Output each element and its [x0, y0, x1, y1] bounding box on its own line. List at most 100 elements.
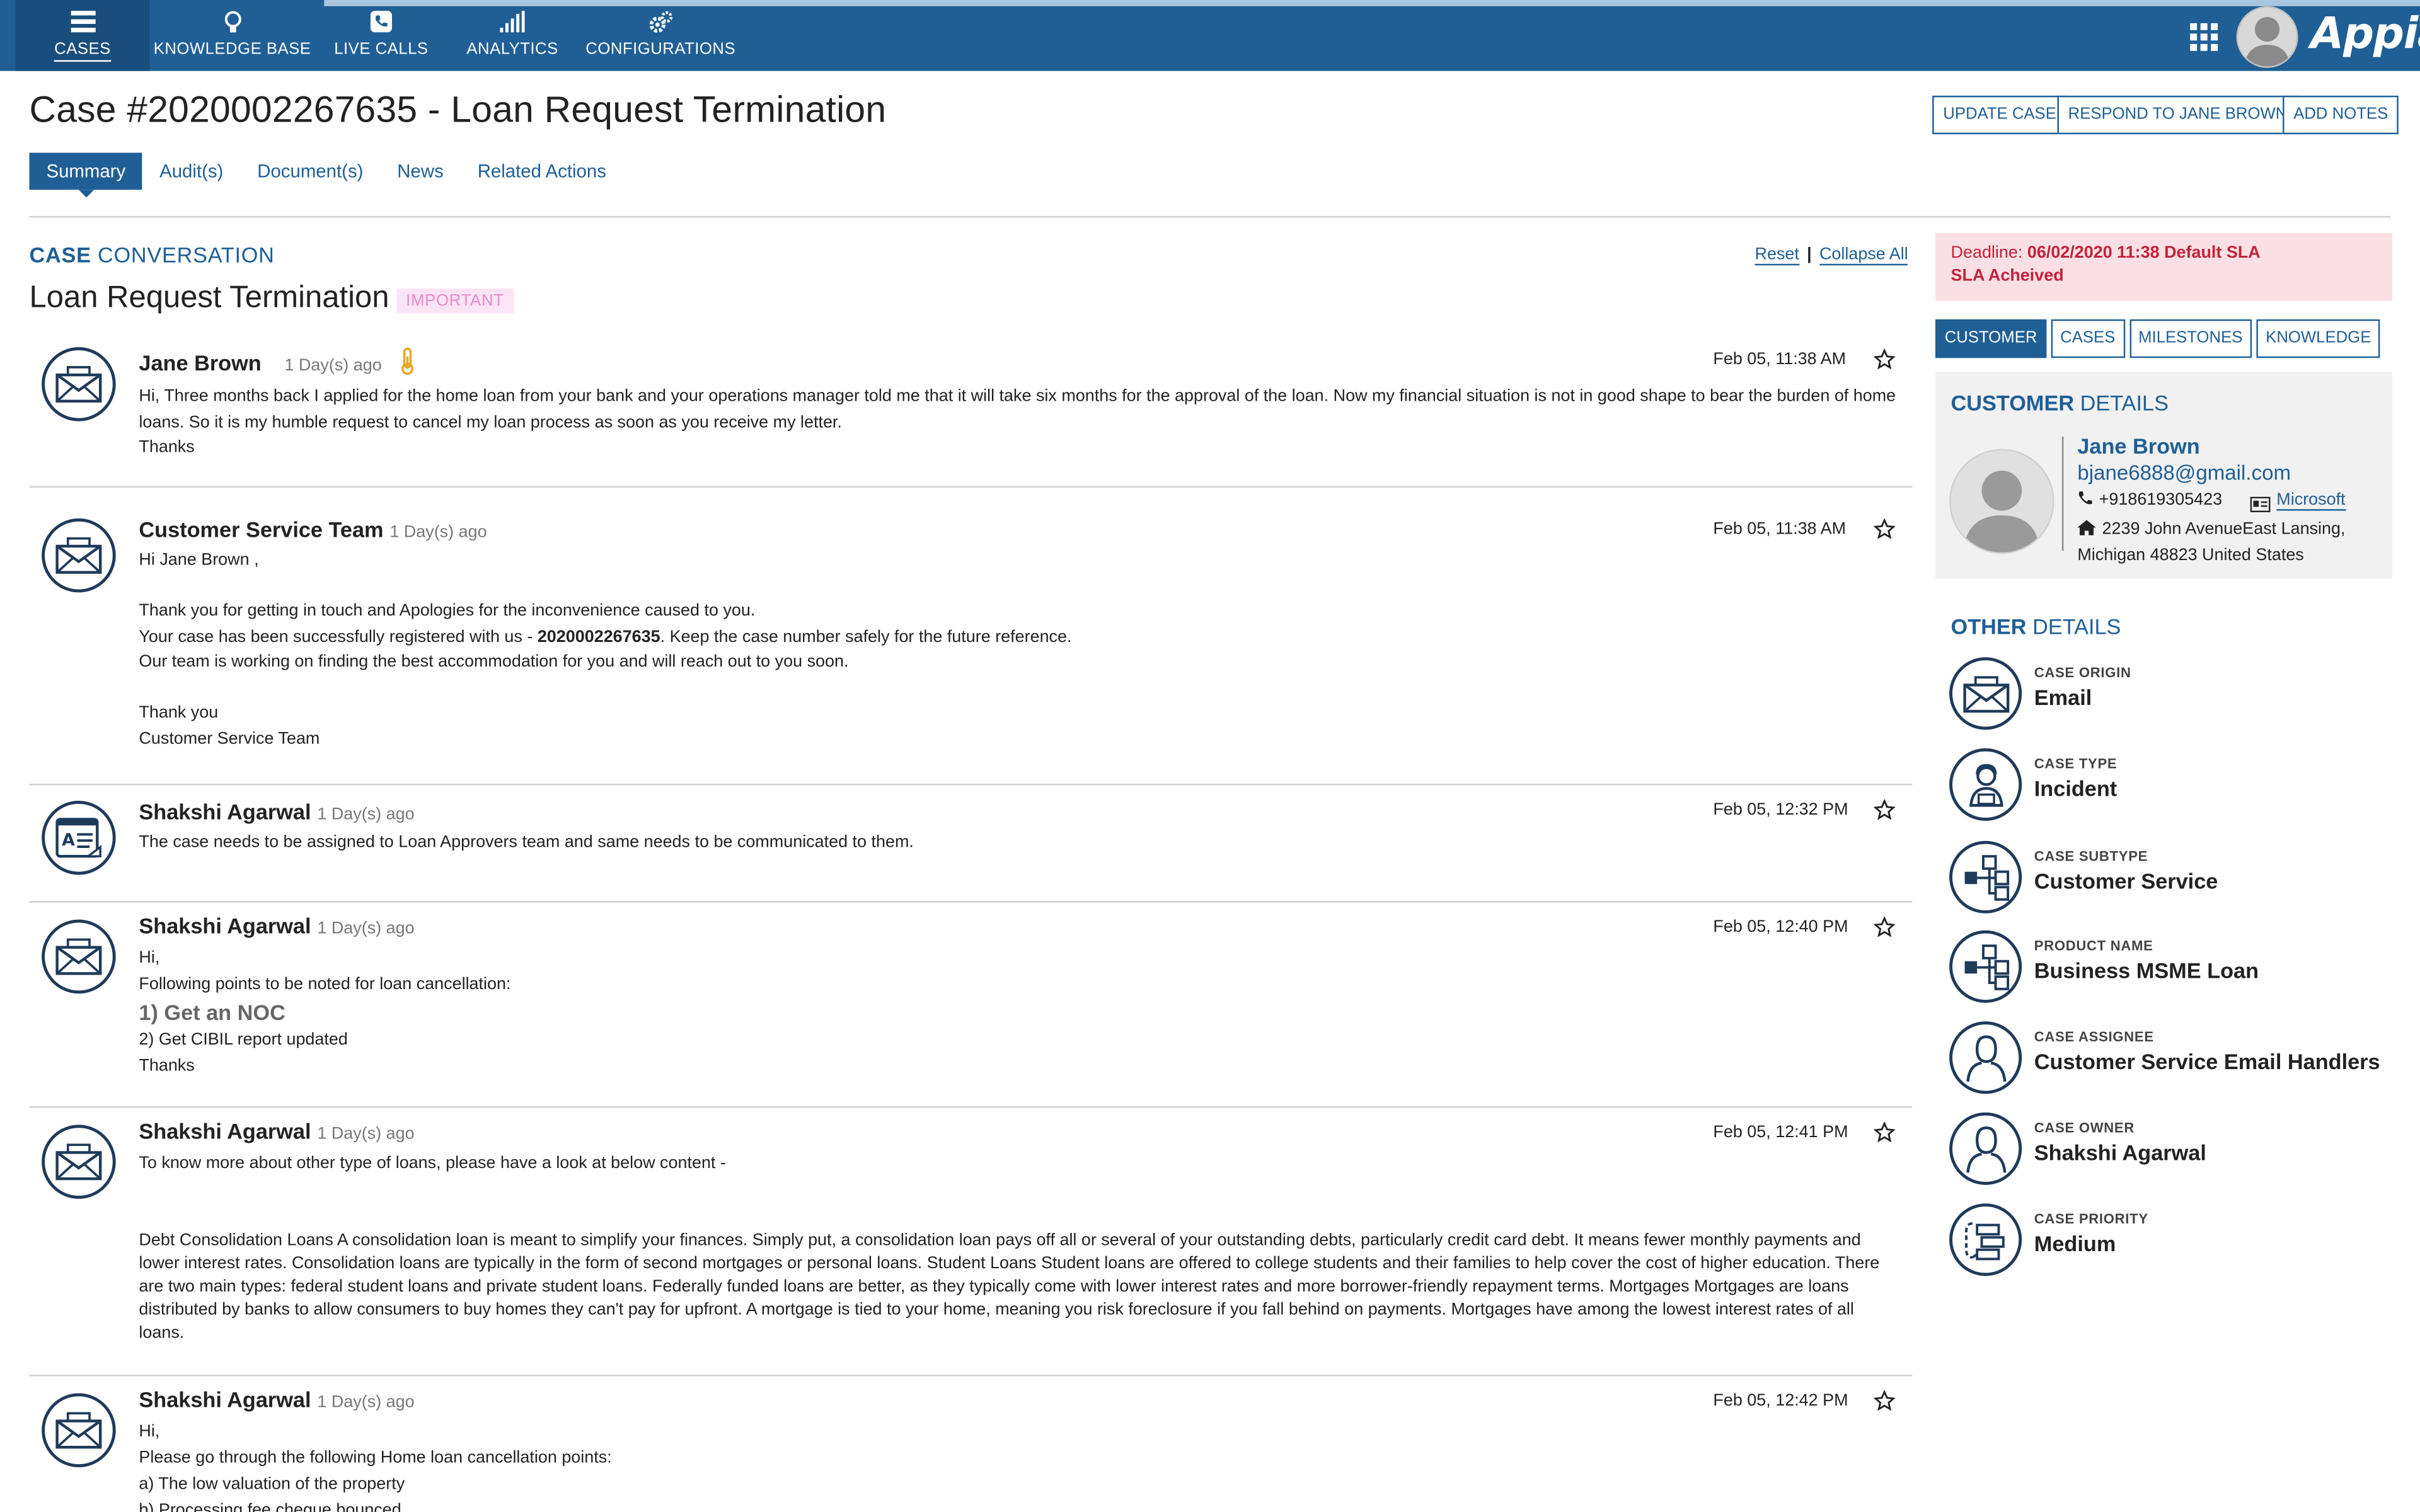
message-item: Customer Service Team 1 Day(s) ago Feb 05…: [29, 501, 1913, 786]
message-ago: 1 Day(s) ago: [317, 1125, 415, 1143]
customer-phone-number: +918619305423: [2099, 490, 2223, 510]
nav-configurations[interactable]: CONFIGURATIONS: [585, 0, 735, 71]
star-icon[interactable]: [1873, 348, 1896, 370]
star-icon[interactable]: [1873, 1121, 1896, 1143]
message-ago: 1 Day(s) ago: [317, 919, 415, 938]
person-icon: [1949, 1021, 2022, 1094]
tab-news[interactable]: News: [380, 152, 460, 190]
detail-value: Shakshi Agarwal: [2034, 1140, 2206, 1165]
message-ago: 1 Day(s) ago: [317, 805, 415, 824]
message-text: Thank you for getting in touch and Apolo…: [139, 602, 756, 621]
message-text-part: Your case has been successfully register…: [139, 627, 538, 646]
customer-name[interactable]: Jane Brown: [2077, 433, 2199, 458]
nav-cases[interactable]: CASES: [15, 0, 150, 71]
detail-case-subtype: CASE SUBTYPE Customer Service: [1949, 840, 2397, 918]
star-icon[interactable]: [1873, 798, 1896, 821]
message-text: a) The low valuation of the property: [139, 1475, 405, 1494]
detail-label: CASE OWNER: [2034, 1120, 2135, 1136]
message-time: Feb 05, 12:40 PM: [1713, 918, 1848, 937]
message-item: A Shakshi Agarwal 1 Day(s) ago Feb 05, 12…: [29, 784, 1913, 903]
message-time: Feb 05, 12:32 PM: [1713, 801, 1848, 820]
message-time: Feb 05, 12:41 PM: [1713, 1123, 1848, 1142]
collapse-all-link[interactable]: Collapse All: [1819, 245, 1908, 266]
phone-icon: [370, 9, 393, 34]
message-item: Shakshi Agarwal 1 Day(s) ago Feb 05, 12:4…: [29, 901, 1913, 1108]
tab-audits[interactable]: Audit(s): [142, 152, 240, 190]
nav-analytics-label: ANALYTICS: [466, 40, 558, 59]
customer-email[interactable]: bjane6888@gmail.com: [2077, 461, 2291, 484]
tab-summary[interactable]: Summary: [29, 152, 143, 198]
reset-link[interactable]: Reset: [1754, 245, 1799, 266]
tab-documents[interactable]: Document(s): [240, 152, 380, 190]
divider: [29, 215, 2391, 218]
customer-address: 2239 John AvenueEast Lansing, Michigan 4…: [2077, 517, 2386, 568]
customer-phone: +918619305423: [2077, 491, 2222, 511]
nav-knowledge-base[interactable]: KNOWLEDGE BASE: [153, 0, 311, 71]
message-body: The case needs to be assigned to Loan Ap…: [139, 830, 1898, 856]
agent-note-icon: A: [42, 801, 116, 875]
priority-icon: [1949, 1203, 2022, 1276]
message-text: Thanks: [139, 1056, 195, 1075]
detail-case-owner: CASE OWNER Shakshi Agarwal: [1949, 1112, 2397, 1189]
svg-text:A: A: [62, 830, 75, 850]
detail-value: Medium: [2034, 1231, 2116, 1256]
message-body: Hi, Please go through the following Home…: [139, 1419, 1898, 1512]
tab-customer[interactable]: CUSTOMER: [1935, 319, 2047, 358]
nav-analytics[interactable]: ANALYTICS: [460, 0, 565, 71]
top-nav-bar: CASES KNOWLEDGE BASE LIVE CALLS ANALYTIC…: [0, 0, 2420, 71]
star-icon[interactable]: [1873, 916, 1896, 938]
respond-button[interactable]: RESPOND TO JANE BROWN: [2057, 95, 2298, 135]
right-panel-tabs: CUSTOMER CASES MILESTONES KNOWLEDGE: [1935, 319, 2381, 358]
deadline-value: 06/02/2020 11:38 Default SLA: [2027, 243, 2261, 263]
tab-related-actions[interactable]: Related Actions: [461, 152, 623, 190]
customer-company-link[interactable]: Microsoft: [2276, 491, 2346, 511]
case-conversation-title-bold: CASE: [29, 242, 91, 267]
app-root: CASES KNOWLEDGE BASE LIVE CALLS ANALYTIC…: [0, 0, 2420, 1512]
tab-knowledge[interactable]: KNOWLEDGE: [2256, 319, 2381, 358]
add-notes-button[interactable]: ADD NOTES: [2283, 95, 2399, 135]
app-grid-icon[interactable]: [2190, 23, 2218, 51]
detail-value: Incident: [2034, 776, 2118, 801]
message-text: Thank you: [139, 703, 219, 723]
detail-label: CASE ORIGIN: [2034, 665, 2131, 681]
message-item: Shakshi Agarwal 1 Day(s) ago Feb 05, 12:4…: [30, 1375, 1913, 1512]
message-author: Shakshi Agarwal 1 Day(s) ago: [139, 914, 414, 938]
detail-label: CASE PRIORITY: [2034, 1211, 2148, 1227]
star-icon[interactable]: [1873, 1389, 1896, 1412]
user-avatar[interactable]: [2236, 6, 2298, 68]
hierarchy-icon: [1949, 840, 2022, 914]
detail-label: CASE ASSIGNEE: [2034, 1029, 2154, 1045]
detail-value: Business MSME Loan: [2034, 958, 2259, 983]
envelope-icon: [1949, 657, 2022, 730]
message-body: To know more about other type of loans, …: [139, 1151, 1898, 1346]
message-time: Feb 05, 12:42 PM: [1713, 1391, 1848, 1411]
detail-value: Customer Service Email Handlers: [2034, 1049, 2380, 1074]
detail-case-type: CASE TYPE Incident: [1949, 748, 2397, 825]
other-details-title-rest: DETAILS: [2026, 614, 2121, 639]
envelope-icon: [42, 347, 116, 421]
message-author: Customer Service Team 1 Day(s) ago: [139, 517, 487, 541]
tab-milestones[interactable]: MILESTONES: [2129, 319, 2252, 358]
message-body: Hi Jane Brown , Thank you for getting in…: [139, 547, 1898, 751]
other-details-title: OTHER DETAILS: [1951, 614, 2121, 639]
message-text: Hi, Three months back I applied for the …: [139, 387, 1896, 432]
message-ago: 1 Day(s) ago: [389, 523, 487, 542]
message-author: Shakshi Agarwal 1 Day(s) ago: [139, 1387, 414, 1412]
conversation-controls: Reset | Collapse All: [1754, 245, 1908, 266]
customer-details-title-rest: DETAILS: [2074, 390, 2169, 415]
tab-cases[interactable]: CASES: [2051, 319, 2125, 358]
case-conversation-title-rest: CONVERSATION: [91, 242, 275, 267]
message-text: Following points to be noted for loan ca…: [139, 974, 511, 993]
message-text: The case needs to be assigned to Loan Ap…: [139, 833, 914, 852]
message-text: Debt Consolidation Loans A consolidation…: [139, 1230, 1880, 1343]
nav-knowledge-base-label: KNOWLEDGE BASE: [153, 40, 311, 59]
case-number: 2020002267635: [537, 627, 660, 646]
star-icon[interactable]: [1873, 518, 1896, 540]
message-time: Feb 05, 11:38 AM: [1713, 350, 1847, 369]
home-icon: [2077, 518, 2096, 543]
message-heading: 1) Get an NOC: [139, 999, 285, 1025]
nav-live-calls[interactable]: LIVE CALLS: [327, 0, 435, 71]
detail-product-name: PRODUCT NAME Business MSME Loan: [1949, 930, 2397, 1007]
update-case-button[interactable]: UPDATE CASE: [1932, 95, 2068, 135]
